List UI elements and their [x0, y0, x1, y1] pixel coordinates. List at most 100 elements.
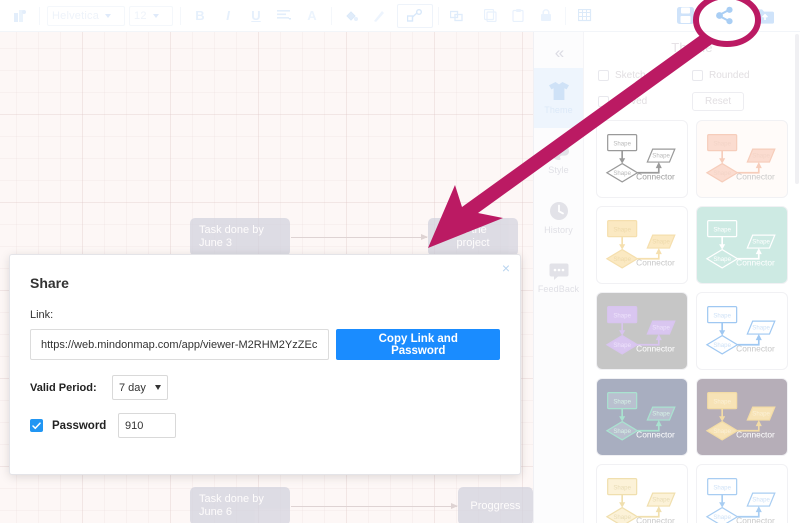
- valid-period-value: 7 day: [119, 381, 146, 394]
- theme-card-grid: Shape Shape Shape Connector Shape Shape Shape C…: [594, 114, 790, 523]
- sidebar-item-label: FeedBack: [537, 283, 580, 294]
- svg-text:Connector: Connector: [636, 430, 675, 440]
- app-window: Helvetica 12 B I U A Task done by June 3…: [0, 0, 800, 523]
- share-link-input[interactable]: [30, 329, 330, 360]
- svg-text:Connector: Connector: [736, 430, 775, 440]
- feedback-bubble-icon: [549, 263, 569, 280]
- palette-icon: [549, 141, 569, 161]
- svg-text:Shape: Shape: [613, 484, 631, 491]
- theme-card[interactable]: Shape Shape Shape Connector: [696, 120, 788, 198]
- paste-icon[interactable]: [507, 5, 529, 27]
- chevron-down-icon: [155, 385, 161, 390]
- font-size-select[interactable]: 12: [129, 5, 173, 26]
- sketch-option-label: Sketch: [615, 69, 646, 81]
- open-folder-icon[interactable]: [753, 4, 777, 28]
- sidebar-item-style[interactable]: Style: [534, 128, 583, 188]
- copy-link-and-password-button[interactable]: Copy Link and Password: [336, 329, 500, 360]
- rounded-option[interactable]: Rounded: [692, 69, 786, 81]
- toolbar-divider: [180, 6, 181, 25]
- svg-text:Shape: Shape: [713, 398, 731, 405]
- checkbox-icon[interactable]: [598, 69, 609, 81]
- theme-card[interactable]: Shape Shape Shape Connector: [696, 464, 788, 523]
- toolbar-divider: [565, 6, 566, 25]
- app-logo-icon[interactable]: [9, 5, 31, 27]
- svg-text:Shape: Shape: [752, 324, 770, 331]
- sidebar-item-theme[interactable]: Theme: [534, 68, 583, 128]
- flowchart-node[interactable]: of the project: [428, 218, 518, 256]
- toolbar-divider: [39, 6, 40, 25]
- theme-card[interactable]: Shape Shape Shape Connector: [596, 292, 688, 370]
- svg-text:Shape: Shape: [613, 170, 631, 177]
- save-icon[interactable]: [673, 4, 697, 28]
- svg-text:Shape: Shape: [613, 342, 631, 349]
- font-family-select[interactable]: Helvetica: [47, 5, 125, 26]
- svg-text:Shape: Shape: [713, 342, 731, 349]
- svg-text:Shape: Shape: [713, 256, 731, 263]
- svg-text:Shape: Shape: [613, 428, 631, 435]
- flowchart-node[interactable]: Proggress: [458, 487, 533, 523]
- curved-option[interactable]: Curved: [598, 95, 692, 107]
- theme-panel-body: Theme Sketch Rounded Curved Reset Shape …: [584, 32, 800, 523]
- align-left-icon[interactable]: [273, 5, 295, 27]
- flowchart-node[interactable]: Task done by June 6: [190, 487, 290, 523]
- pen-line-icon[interactable]: [368, 5, 390, 27]
- sidebar-item-label: Style: [548, 165, 569, 175]
- theme-card[interactable]: Shape Shape Shape Connector: [696, 292, 788, 370]
- chevron-down-icon: [152, 13, 159, 18]
- font-size-value: 12: [134, 9, 147, 22]
- svg-text:Connector: Connector: [736, 516, 775, 523]
- share-icon[interactable]: [713, 4, 737, 28]
- svg-text:Shape: Shape: [652, 496, 670, 503]
- svg-text:Connector: Connector: [736, 172, 775, 182]
- connector-tool-group[interactable]: [397, 3, 433, 28]
- shape-icon[interactable]: [447, 5, 469, 27]
- copy-icon[interactable]: [479, 5, 501, 27]
- valid-period-row: Valid Period: 7 day: [30, 375, 500, 400]
- password-label: Password: [52, 419, 107, 432]
- svg-text:Shape: Shape: [613, 398, 631, 405]
- checkbox-icon[interactable]: [692, 69, 703, 81]
- password-input[interactable]: [118, 413, 176, 438]
- flowchart-node[interactable]: Task done by June 3: [190, 218, 290, 256]
- svg-text:Shape: Shape: [713, 226, 731, 233]
- svg-text:Shape: Shape: [652, 410, 670, 417]
- valid-period-label: Valid Period:: [30, 381, 97, 394]
- sidebar-item-history[interactable]: History: [534, 188, 583, 248]
- connector-icon[interactable]: [404, 5, 426, 27]
- theme-card[interactable]: Shape Shape Shape Connector: [696, 378, 788, 456]
- valid-period-select[interactable]: 7 day: [112, 375, 168, 400]
- fill-bucket-icon[interactable]: [340, 5, 362, 27]
- flowchart-connector: [291, 503, 458, 509]
- theme-card[interactable]: Shape Shape Shape Connector: [596, 464, 688, 523]
- table-icon[interactable]: [574, 5, 596, 27]
- theme-card[interactable]: Shape Shape Shape Connector: [596, 206, 688, 284]
- checkbox-icon[interactable]: [598, 95, 609, 107]
- password-checkbox[interactable]: [30, 419, 43, 432]
- panel-scrollbar[interactable]: [795, 34, 799, 184]
- theme-card[interactable]: Shape Shape Shape Connector: [596, 378, 688, 456]
- italic-button[interactable]: I: [217, 5, 239, 27]
- dialog-title: Share: [30, 275, 69, 291]
- svg-text:Shape: Shape: [652, 324, 670, 331]
- lock-icon[interactable]: [535, 5, 557, 27]
- svg-text:Shape: Shape: [613, 226, 631, 233]
- sidebar-item-label: History: [544, 225, 573, 235]
- reset-button[interactable]: Reset: [692, 91, 745, 111]
- svg-text:Shape: Shape: [752, 152, 770, 159]
- theme-card[interactable]: Shape Shape Shape Connector: [696, 206, 788, 284]
- sidebar-item-feedback[interactable]: FeedBack: [534, 248, 583, 308]
- flowchart-connector: [291, 234, 428, 240]
- sketch-option[interactable]: Sketch: [598, 69, 692, 81]
- collapse-panel-button[interactable]: «: [534, 38, 583, 68]
- curved-option-label: Curved: [615, 95, 648, 107]
- share-dialog: × Share Link: Copy Link and Password Val…: [9, 254, 521, 475]
- theme-card[interactable]: Shape Shape Shape Connector: [596, 120, 688, 198]
- theme-option-row-2: Curved Reset: [594, 88, 790, 114]
- dialog-body: Link: Copy Link and Password Valid Perio…: [10, 309, 520, 438]
- svg-text:Shape: Shape: [613, 256, 631, 263]
- text-color-button[interactable]: A: [301, 5, 323, 27]
- svg-text:Connector: Connector: [736, 344, 775, 354]
- bold-button[interactable]: B: [189, 5, 211, 27]
- close-icon[interactable]: ×: [502, 261, 510, 275]
- underline-button[interactable]: U: [245, 5, 267, 27]
